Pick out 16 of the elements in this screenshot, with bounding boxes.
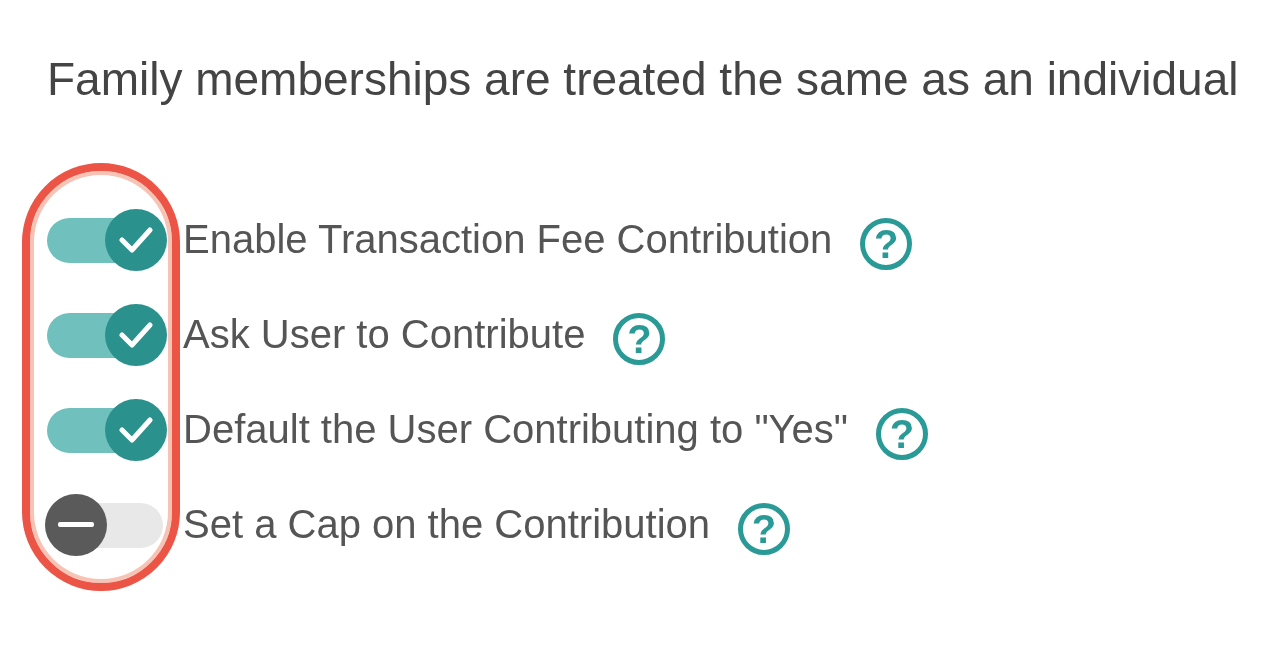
help-icon[interactable]: ?	[860, 217, 913, 270]
check-icon	[119, 415, 153, 444]
help-icon[interactable]: ?	[876, 407, 929, 460]
toggle-switch[interactable]	[45, 207, 167, 272]
setting-label: Default the User Contributing to "Yes"	[183, 407, 849, 452]
help-icon[interactable]: ?	[613, 312, 666, 365]
check-icon	[119, 225, 153, 254]
toggle-switch[interactable]	[45, 302, 167, 367]
setting-label: Ask User to Contribute	[183, 312, 586, 357]
check-icon	[119, 320, 153, 349]
setting-label: Set a Cap on the Contribution	[183, 502, 710, 547]
help-icon[interactable]: ?	[738, 502, 790, 555]
setting-label: Enable Transaction Fee Contribution	[183, 217, 833, 262]
minus-icon	[58, 521, 94, 528]
toggle-switch[interactable]	[45, 397, 167, 462]
intro-text: Family memberships are treated the same as an individual	[47, 52, 1239, 106]
